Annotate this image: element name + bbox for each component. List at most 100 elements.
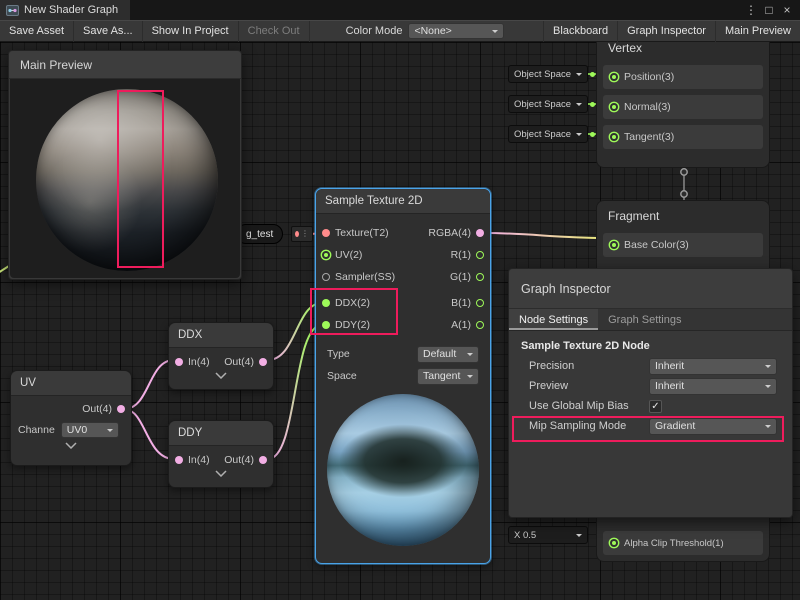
dropdown-arrow-icon — [765, 385, 771, 391]
edge-ddx-to-sample[interactable] — [268, 303, 322, 360]
gtest-property-node[interactable]: g_test — [236, 224, 283, 244]
ddy-out-port[interactable] — [259, 456, 267, 464]
ddx-out-port[interactable] — [259, 358, 267, 366]
shader-graph-icon — [6, 4, 19, 17]
color-mode-label: Color Mode — [340, 25, 409, 37]
window-controls: ⋮ □ × — [742, 0, 800, 20]
gtest-output-port[interactable] — [295, 231, 299, 237]
main-preview-toggle[interactable]: Main Preview — [715, 21, 800, 42]
main-preview-body — [10, 79, 240, 278]
node-preview-sphere — [327, 394, 479, 546]
rgba-output-port[interactable] — [476, 229, 484, 237]
ddx-input-label: DDX(2) — [335, 297, 370, 309]
sampler-input-port[interactable] — [322, 273, 330, 281]
fragment-port-row: Alpha Clip Threshold(1) — [603, 531, 763, 555]
space-mini-port — [590, 72, 595, 77]
ddx-node-title: DDX — [169, 323, 273, 348]
channel-dropdown[interactable]: UV0 — [61, 422, 119, 438]
use-global-mip-bias-label: Use Global Mip Bias — [529, 400, 649, 412]
fragment-port-row: Base Color(3) — [603, 233, 763, 257]
texture-input-port[interactable] — [322, 229, 330, 237]
normal-space-dropdown[interactable]: Object Space — [508, 95, 588, 113]
uv-node[interactable]: UV Out(4) Channe UV0 — [10, 370, 132, 466]
mip-sampling-mode-dropdown[interactable]: Gradient — [649, 418, 777, 435]
g-output-port[interactable] — [476, 273, 484, 281]
ddy-node[interactable]: DDY In(4) Out(4) — [168, 420, 274, 488]
normal-port[interactable] — [612, 105, 616, 109]
window-tab[interactable]: New Shader Graph — [0, 0, 130, 20]
precision-value: Inherit — [655, 360, 684, 372]
graph-canvas[interactable]: Vertex Position(3) Normal(3) Tangent(3) … — [0, 42, 800, 600]
inspector-tabs: Node Settings Graph Settings — [509, 309, 792, 331]
preview-label: Preview — [529, 380, 649, 392]
space-label: Space — [327, 370, 357, 382]
preview-value: Inherit — [655, 380, 684, 392]
uv-input-label: UV(2) — [335, 249, 362, 261]
vertex-node[interactable]: Vertex Position(3) Normal(3) Tangent(3) — [596, 42, 770, 168]
preview-dropdown[interactable]: Inherit — [649, 378, 777, 395]
type-label: Type — [327, 348, 350, 360]
edge-rgba-to-basecolor[interactable] — [484, 233, 604, 238]
gtest-port-box[interactable]: ⋮ — [291, 226, 313, 242]
collapse-chevron-icon[interactable] — [169, 370, 273, 383]
uv-out-port[interactable] — [117, 405, 125, 413]
ddx-input-port[interactable] — [322, 299, 330, 307]
space-dropdown[interactable]: Tangent — [417, 368, 479, 385]
dropdown-arrow-icon — [765, 425, 771, 431]
type-dropdown[interactable]: Default — [417, 346, 479, 363]
tangent-port-label: Tangent(3) — [624, 131, 674, 143]
toolbar: Save Asset Save As... Show In Project Ch… — [0, 20, 800, 42]
channel-value: UV0 — [67, 424, 87, 436]
edge-ddy-to-sample[interactable] — [268, 325, 322, 459]
ddy-input-port[interactable] — [322, 321, 330, 329]
blackboard-toggle[interactable]: Blackboard — [543, 21, 617, 42]
normal-port-label: Normal(3) — [624, 101, 671, 113]
main-preview-panel-header[interactable]: Main Preview — [9, 51, 241, 79]
alpha-clip-default-value: X 0.5 — [514, 530, 536, 541]
sample-texture-2d-node[interactable]: Sample Texture 2D Texture(T2) RGBA(4) UV… — [315, 188, 491, 564]
alpha-clip-default-field[interactable]: X 0.5 — [508, 526, 588, 544]
uv-out-label: Out(4) — [82, 403, 112, 415]
use-global-mip-bias-checkbox[interactable]: ✓ — [649, 400, 662, 413]
rgba-output-label: RGBA(4) — [428, 227, 471, 239]
color-mode-dropdown[interactable]: <None> — [408, 23, 504, 39]
uv-input-port[interactable] — [324, 253, 328, 257]
close-icon[interactable]: × — [778, 0, 796, 20]
space-dropdown-value: Object Space — [514, 69, 571, 80]
tangent-port[interactable] — [612, 135, 616, 139]
vertex-node-title: Vertex — [597, 42, 769, 59]
a-output-port[interactable] — [476, 321, 484, 329]
check-out-button: Check Out — [239, 21, 310, 42]
tab-graph-settings[interactable]: Graph Settings — [598, 309, 691, 330]
mip-sampling-mode-value: Gradient — [655, 420, 695, 432]
ddx-node[interactable]: DDX In(4) Out(4) — [168, 322, 274, 390]
toolbar-right-group: Blackboard Graph Inspector Main Preview — [543, 21, 800, 42]
position-space-dropdown[interactable]: Object Space — [508, 65, 588, 83]
ddx-in-port[interactable] — [175, 358, 183, 366]
vertex-fragment-connector — [681, 168, 687, 200]
save-asset-button[interactable]: Save Asset — [0, 21, 74, 42]
ddy-in-port[interactable] — [175, 456, 183, 464]
position-port[interactable] — [612, 75, 616, 79]
graph-inspector-header[interactable]: Graph Inspector — [509, 269, 792, 309]
menu-kebab-icon[interactable]: ⋮ — [742, 0, 760, 20]
precision-dropdown[interactable]: Inherit — [649, 358, 777, 375]
vertex-port-row: Tangent(3) — [603, 125, 763, 149]
collapse-chevron-icon[interactable] — [11, 440, 131, 453]
maximize-icon[interactable]: □ — [760, 0, 778, 20]
ddy-input-label: DDY(2) — [335, 319, 370, 331]
show-in-project-button[interactable]: Show In Project — [143, 21, 239, 42]
tangent-space-dropdown[interactable]: Object Space — [508, 125, 588, 143]
alpha-clip-threshold-port[interactable] — [612, 541, 616, 545]
base-color-port[interactable] — [612, 243, 616, 247]
alpha-clip-port-label: Alpha Clip Threshold(1) — [624, 538, 724, 549]
r-output-port[interactable] — [476, 251, 484, 259]
b-output-port[interactable] — [476, 299, 484, 307]
tab-node-settings[interactable]: Node Settings — [509, 309, 598, 330]
g-output-label: G(1) — [450, 271, 471, 283]
dropdown-arrow-icon — [576, 534, 582, 540]
base-color-port-label: Base Color(3) — [624, 239, 689, 251]
collapse-chevron-icon[interactable] — [169, 468, 273, 481]
graph-inspector-toggle[interactable]: Graph Inspector — [617, 21, 715, 42]
save-as-button[interactable]: Save As... — [74, 21, 143, 42]
